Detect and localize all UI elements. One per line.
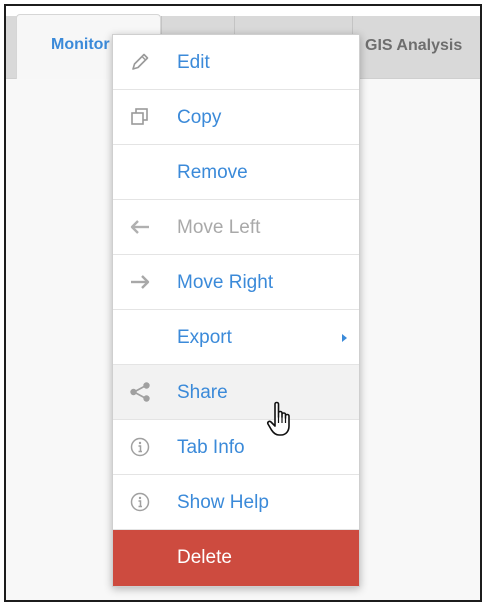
menu-item-move-right-label: Move Right [177, 272, 274, 293]
share-icon [127, 380, 153, 404]
info-icon [127, 435, 153, 459]
tab-context-menu: Edit Copy Remove Move Left Move Right Ex… [112, 34, 360, 587]
pencil-icon [127, 50, 153, 74]
menu-item-delete[interactable]: Delete [113, 530, 359, 586]
tab-gis-analysis-label: GIS Analysis [365, 37, 463, 54]
submenu-arrow-icon [342, 334, 347, 342]
menu-item-move-left[interactable]: Move Left [113, 200, 359, 255]
tab-gis-analysis[interactable]: GIS Analysis [352, 16, 480, 78]
tab-monitor-label: Monitor [51, 36, 110, 53]
menu-item-show-help[interactable]: Show Help [113, 475, 359, 530]
menu-item-move-left-label: Move Left [177, 217, 261, 238]
menu-item-share[interactable]: Share [113, 365, 359, 420]
menu-item-copy-label: Copy [177, 107, 222, 128]
arrow-left-icon [127, 215, 153, 239]
menu-item-edit-label: Edit [177, 52, 210, 73]
menu-item-export[interactable]: Export [113, 310, 359, 365]
menu-item-edit[interactable]: Edit [113, 35, 359, 90]
menu-item-tab-info-label: Tab Info [177, 437, 245, 458]
menu-item-copy[interactable]: Copy [113, 90, 359, 145]
info-icon [127, 490, 153, 514]
menu-item-tab-info[interactable]: Tab Info [113, 420, 359, 475]
arrow-right-icon [127, 270, 153, 294]
hand-pointer-cursor-icon [266, 400, 300, 440]
menu-item-show-help-label: Show Help [177, 492, 269, 513]
menu-item-export-label: Export [177, 327, 232, 348]
menu-item-move-right[interactable]: Move Right [113, 255, 359, 310]
menu-item-delete-label: Delete [177, 547, 232, 568]
copy-icon [127, 105, 153, 129]
menu-item-remove[interactable]: Remove [113, 145, 359, 200]
menu-item-remove-label: Remove [177, 162, 248, 183]
menu-item-share-label: Share [177, 382, 228, 403]
